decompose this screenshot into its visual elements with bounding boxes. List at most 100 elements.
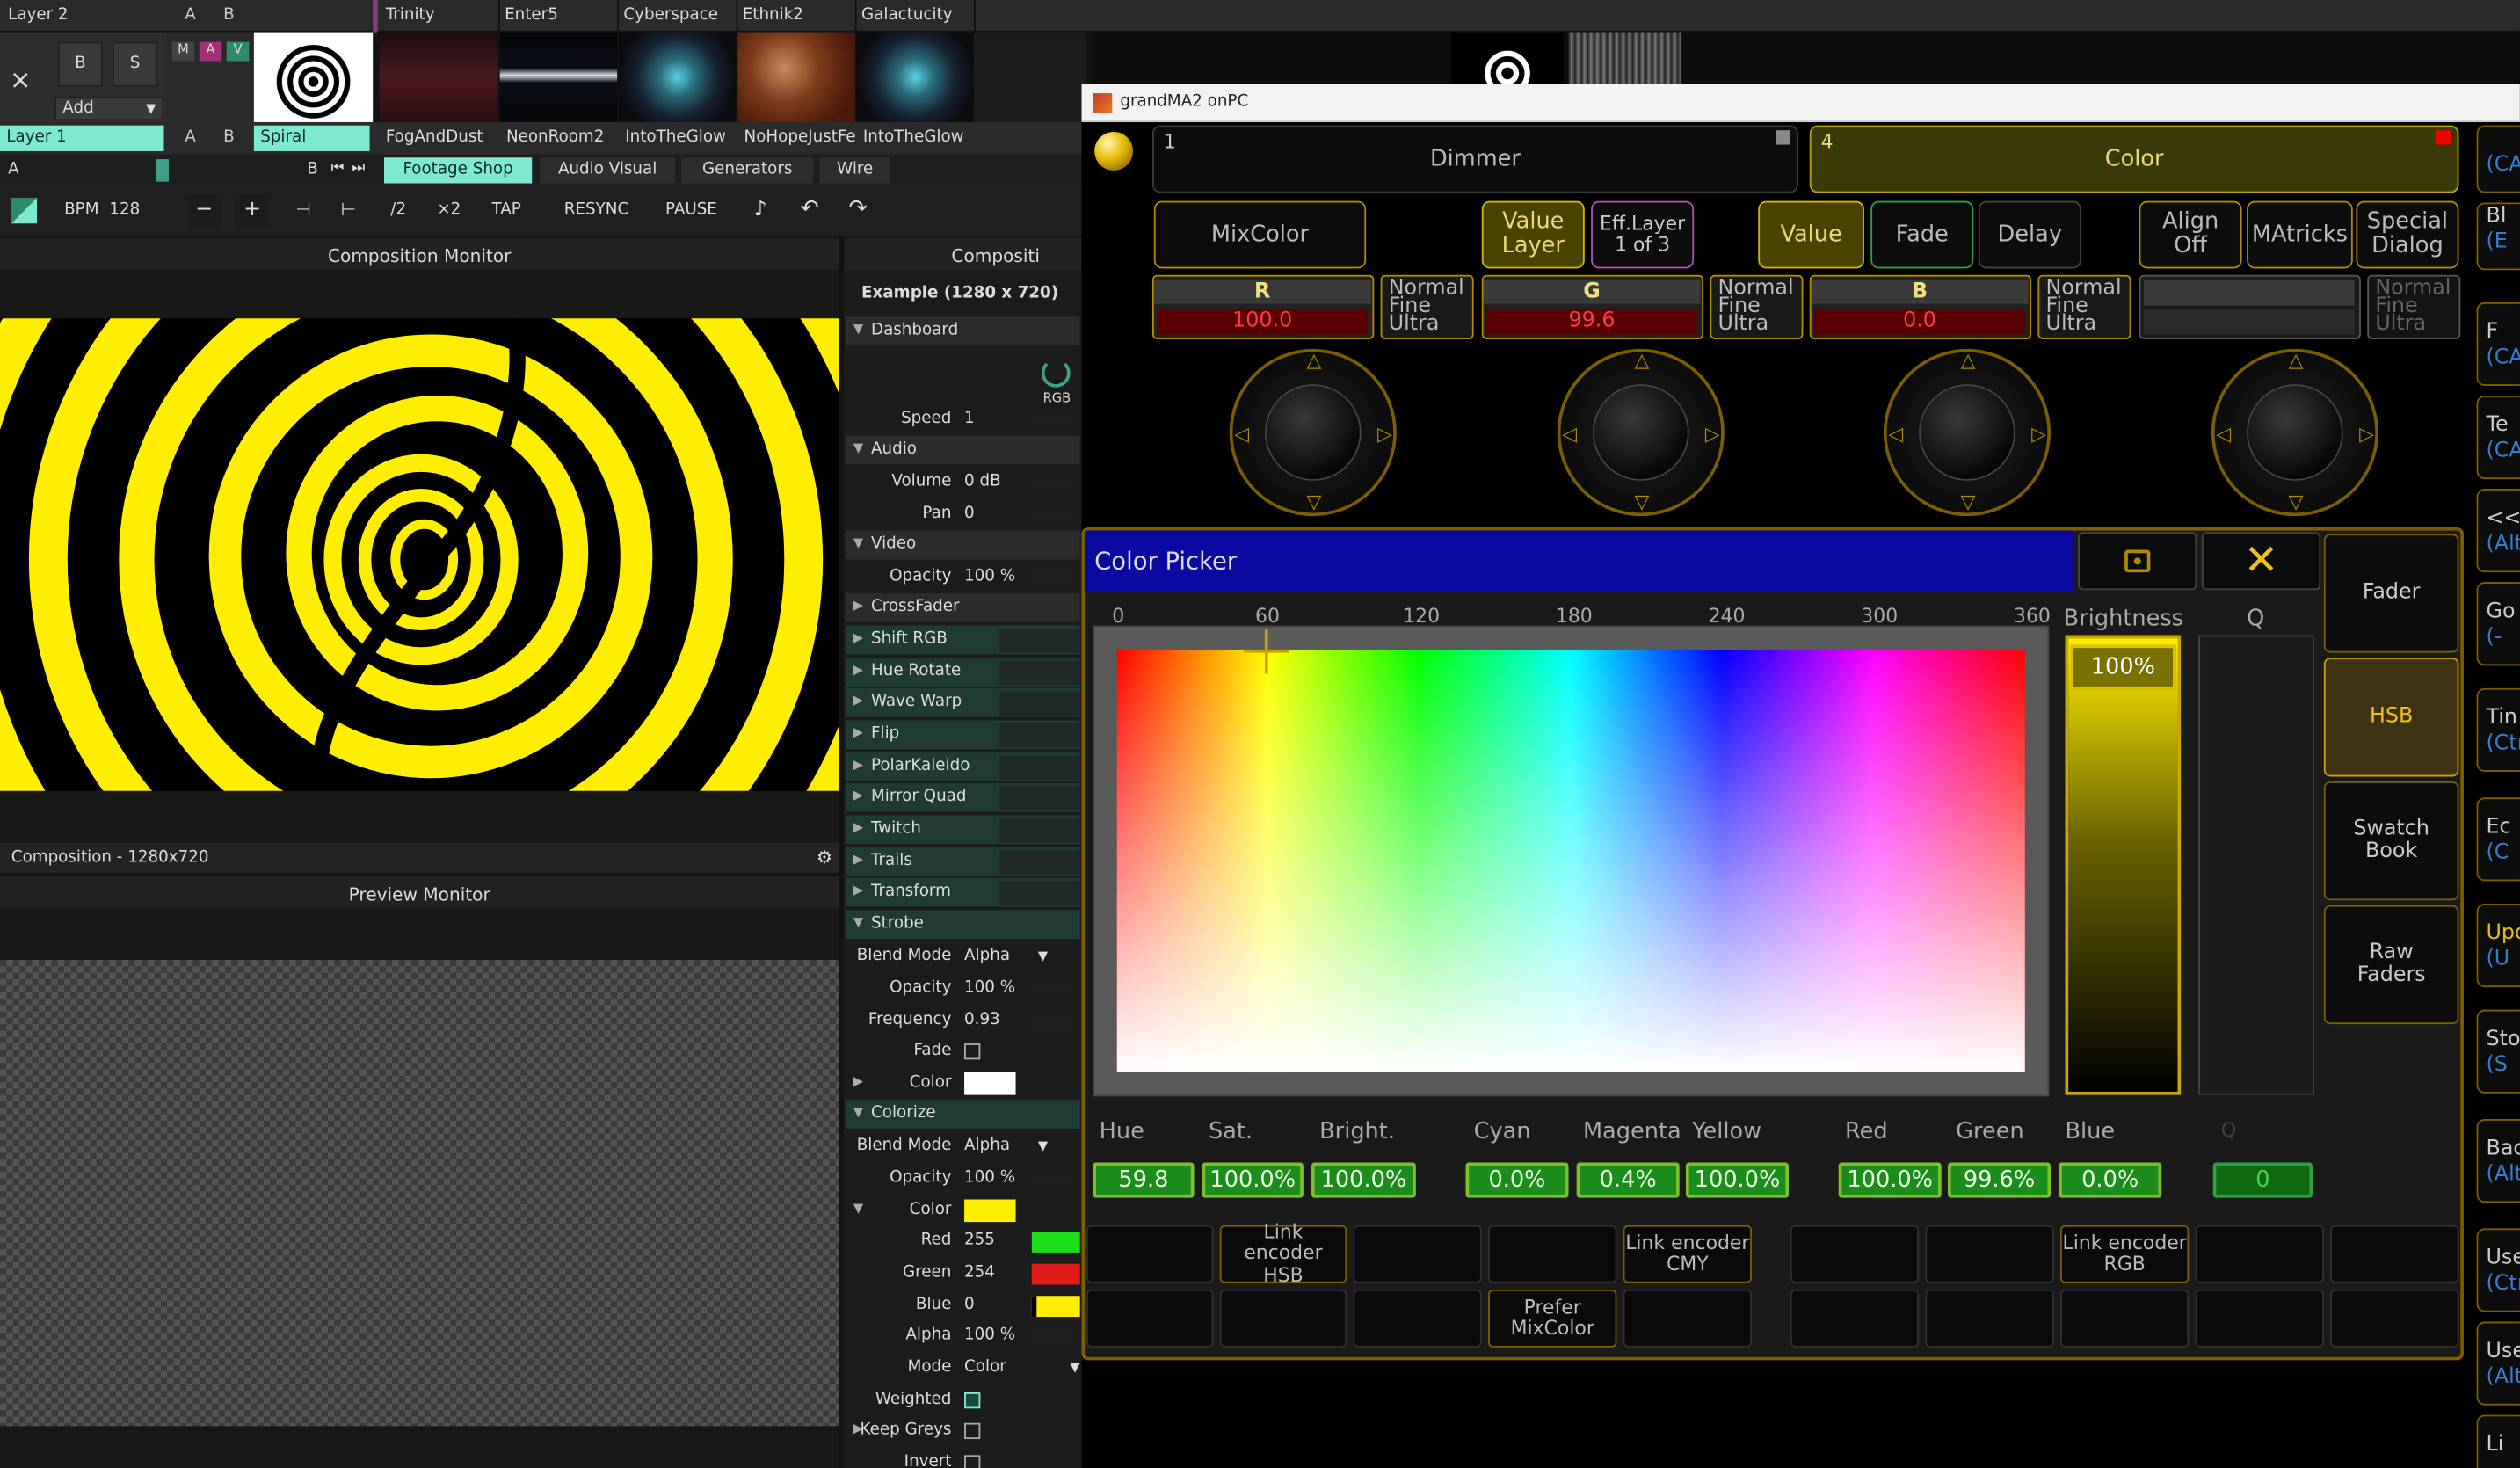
colorize-opacity-row[interactable]: Opacity 100 % [846, 1164, 1080, 1195]
close-icon[interactable]: × [10, 64, 32, 95]
clip-l2-4[interactable]: Ethnik2 [743, 6, 855, 24]
layer1-name[interactable]: Layer 1 [0, 125, 164, 151]
colorize-invert-row[interactable]: Invert [846, 1449, 1080, 1468]
encoder-knob-1[interactable]: △ ▽ ◁ ▷ [1229, 348, 1397, 517]
feature-color-button[interactable]: 4 Color [1809, 125, 2459, 193]
link-encoder-cmy-button[interactable]: Link encoder CMY [1623, 1225, 1752, 1283]
red-value[interactable]: 100.0% [1838, 1162, 1942, 1198]
encoder-b-resolution[interactable]: Normal Fine Ultra [2037, 274, 2131, 339]
gear-icon[interactable]: ⚙ [817, 847, 832, 868]
colorize-alpha-row[interactable]: Alpha 100 % [846, 1322, 1080, 1353]
layer2-name[interactable]: Layer 2 [8, 6, 161, 24]
layer2-b-button[interactable]: B [223, 6, 235, 24]
feature-dimmer-button[interactable]: 1 Dimmer [1151, 125, 1798, 193]
next-icon[interactable]: ⏭ [352, 161, 365, 177]
colorize-weighted-row[interactable]: Weighted [846, 1386, 1080, 1417]
sat-value[interactable]: 100.0% [1202, 1162, 1304, 1198]
fogdust-thumbnail[interactable] [379, 32, 498, 123]
magenta-value[interactable]: 0.4% [1576, 1162, 1680, 1198]
encoder-4[interactable] [2139, 274, 2361, 339]
encoder-r[interactable]: R 100.0 [1151, 274, 1375, 339]
bpm-double-button[interactable]: ×2 [437, 201, 461, 219]
v-button[interactable]: V [226, 41, 250, 62]
clip-l1-1[interactable]: Spiral [253, 125, 370, 151]
effect-wave-warp[interactable]: ▶ Wave Warp [845, 687, 1080, 719]
empty-slot-6[interactable] [2195, 1225, 2324, 1283]
green-value[interactable]: 99.6% [1948, 1162, 2052, 1198]
status-ball-icon[interactable] [1094, 131, 1134, 171]
prefer-mixcolor-button[interactable]: Prefer MixColor [1488, 1289, 1617, 1348]
empty-slot-12[interactable] [1790, 1289, 1920, 1348]
colorize-green-row[interactable]: Green 254 [846, 1259, 1080, 1290]
effect-crossfader[interactable]: ▶ CrossFader [845, 592, 1080, 624]
empty-slot-7[interactable] [2330, 1225, 2459, 1283]
encoder-b[interactable]: B 0.0 [1809, 274, 2032, 339]
effect-shift-rgb[interactable]: ▶ Shift RGB [845, 625, 1080, 657]
tab-wire[interactable]: Wire [819, 157, 890, 184]
bpm-plus-button[interactable]: + [234, 194, 271, 229]
right-sidebar-8[interactable]: Ec (C [2476, 797, 2520, 882]
strobe-blend-row[interactable]: Blend Mode Alpha ▼ [846, 942, 1080, 973]
bright-value[interactable]: 100.0% [1311, 1162, 1416, 1198]
colorize-mode-row[interactable]: Mode Color ▼ [846, 1354, 1080, 1384]
clip-l2-1[interactable]: Trinity [386, 6, 498, 24]
column-a[interactable]: A [8, 161, 19, 178]
nohope-thumbnail[interactable] [737, 32, 855, 123]
right-sidebar-10[interactable]: Sto (S [2476, 1009, 2520, 1094]
tab-audio-visual[interactable]: Audio Visual [540, 157, 675, 184]
fader-button[interactable]: Fader [2323, 534, 2459, 653]
color-field[interactable] [1093, 625, 2050, 1097]
right-sidebar-2[interactable]: Bl (E [2476, 202, 2520, 271]
resync-button[interactable]: RESYNC [564, 201, 628, 219]
encoder-knob-3[interactable]: △ ▽ ◁ ▷ [1883, 348, 2052, 517]
colorize-blue-row[interactable]: Blue 0 [846, 1291, 1080, 1322]
effect-mirror-quad[interactable]: ▶ Mirror Quad [845, 782, 1080, 814]
effect-polarkaleido[interactable]: ▶ PolarKaleido [845, 752, 1080, 783]
clip-l1-6[interactable]: IntoTheGlow [863, 128, 976, 146]
empty-slot-13[interactable] [1925, 1289, 2054, 1348]
section-audio[interactable]: ▼ Audio [845, 435, 1080, 467]
colorize-red-row[interactable]: Red 255 [846, 1227, 1080, 1258]
close-dialog-button[interactable]: ✕ [2201, 532, 2321, 591]
right-sidebar-13[interactable]: Use(Alt [2476, 1321, 2520, 1406]
clip-l2-5[interactable]: Galactucity [861, 6, 974, 24]
tab-footage-shop[interactable]: Footage Shop [383, 157, 533, 184]
layer2-a-button[interactable]: A [185, 6, 196, 24]
mixcolor-button[interactable]: MixColor [1153, 200, 1367, 269]
empty-slot-16[interactable] [2330, 1289, 2459, 1348]
right-sidebar-11[interactable]: Bac(Alt [2476, 1119, 2520, 1203]
effect-flip[interactable]: ▶ Flip [845, 720, 1080, 752]
brightness-slider[interactable]: 100% [2065, 635, 2182, 1095]
crosshair-icon[interactable] [1244, 629, 1289, 674]
empty-slot-5[interactable] [1925, 1225, 2054, 1283]
value-button[interactable]: Value [1758, 200, 1864, 269]
effect-hue-rotate[interactable]: ▶ Hue Rotate [845, 658, 1080, 688]
right-sidebar-14[interactable]: Li [2476, 1414, 2520, 1468]
empty-slot-3[interactable] [1488, 1225, 1617, 1283]
effect-colorize[interactable]: ▼ Colorize [845, 1100, 1080, 1130]
strobe-frequency-row[interactable]: Frequency 0.93 [846, 1007, 1080, 1037]
solo-button[interactable]: S [112, 41, 158, 87]
tab-generators[interactable]: Generators [681, 157, 814, 184]
intotheglow-thumbnail[interactable] [618, 32, 737, 123]
empty-slot-11[interactable] [1623, 1289, 1752, 1348]
right-sidebar-1[interactable]: (CA [2476, 125, 2520, 193]
metronome-icon[interactable]: ♪ [754, 198, 767, 222]
clip-l1-5[interactable]: NoHopeJustFear [744, 128, 857, 146]
bypass-button[interactable]: B [57, 41, 104, 87]
tap-button[interactable]: TAP [491, 201, 520, 219]
section-video[interactable]: ▼ Video [845, 530, 1080, 562]
q-slider[interactable] [2198, 635, 2314, 1095]
effect-twitch[interactable]: ▶ Twitch [845, 815, 1080, 847]
right-sidebar-4[interactable]: Te (CA [2476, 395, 2520, 480]
raw-faders-button[interactable]: Raw Faders [2323, 905, 2459, 1025]
empty-slot-15[interactable] [2195, 1289, 2324, 1348]
yellow-value[interactable]: 100.0% [1685, 1162, 1790, 1198]
encoder-knob-2[interactable]: △ ▽ ◁ ▷ [1557, 348, 1725, 517]
layer1-a-button[interactable]: A [185, 128, 196, 146]
fade-button[interactable]: Fade [1870, 200, 1974, 269]
q-value[interactable]: 0 [2212, 1162, 2313, 1198]
delay-button[interactable]: Delay [1978, 200, 2081, 269]
encoder-knob-4[interactable]: △ ▽ ◁ ▷ [2211, 348, 2379, 517]
swatch-book-button[interactable]: Swatch Book [2323, 781, 2459, 901]
